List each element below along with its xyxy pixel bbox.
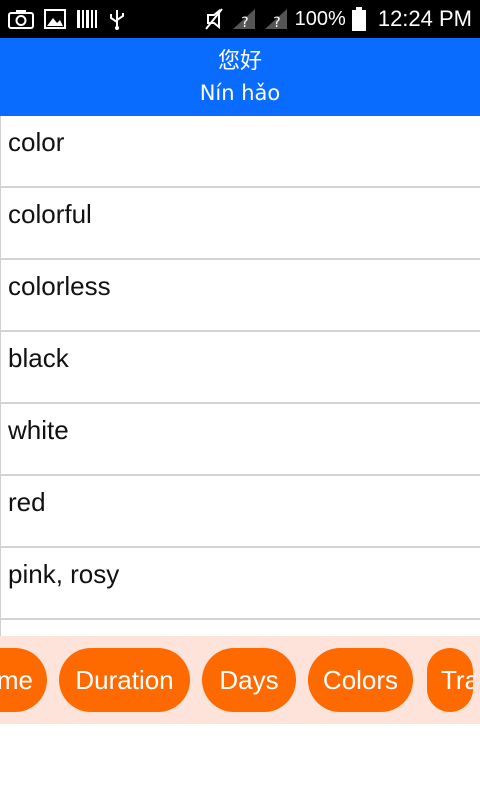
category-bar[interactable]: Time Duration Days Colors Transport: [0, 636, 480, 724]
phrase-chinese: 您好: [217, 49, 262, 74]
list-item[interactable]: [1, 620, 480, 636]
category-chip-transport[interactable]: Transport: [427, 648, 473, 712]
signal-2-icon: ?: [263, 7, 289, 31]
list-item[interactable]: white: [1, 404, 480, 476]
image-icon: [44, 7, 66, 31]
status-bar: ? ? 100% 12:24 PM: [0, 0, 480, 38]
barcode-icon: [76, 7, 98, 31]
usb-icon: [108, 7, 126, 31]
category-chip-days[interactable]: Days: [202, 648, 296, 712]
mute-icon: [203, 7, 225, 31]
category-chip-time[interactable]: Time: [0, 648, 47, 712]
word-list[interactable]: color colorful colorless black white red…: [0, 116, 480, 636]
list-item[interactable]: color: [1, 116, 480, 188]
svg-text:?: ?: [241, 15, 248, 30]
list-item[interactable]: colorless: [1, 260, 480, 332]
signal-1-icon: ?: [231, 7, 257, 31]
phrase-header: 您好 Nín hǎo: [0, 38, 480, 116]
svg-text:?: ?: [273, 15, 280, 30]
phrase-pinyin: Nín hǎo: [199, 81, 281, 105]
camera-icon: [8, 7, 34, 31]
list-item[interactable]: pink, rosy: [1, 548, 480, 620]
list-item[interactable]: colorful: [1, 188, 480, 260]
category-chip-duration[interactable]: Duration: [59, 648, 190, 712]
list-item[interactable]: red: [1, 476, 480, 548]
battery-percent: 100%: [294, 7, 346, 30]
clock: 12:24 PM: [377, 6, 472, 31]
category-chip-colors[interactable]: Colors: [308, 648, 413, 712]
list-item[interactable]: black: [1, 332, 480, 404]
battery-icon: [351, 7, 366, 31]
